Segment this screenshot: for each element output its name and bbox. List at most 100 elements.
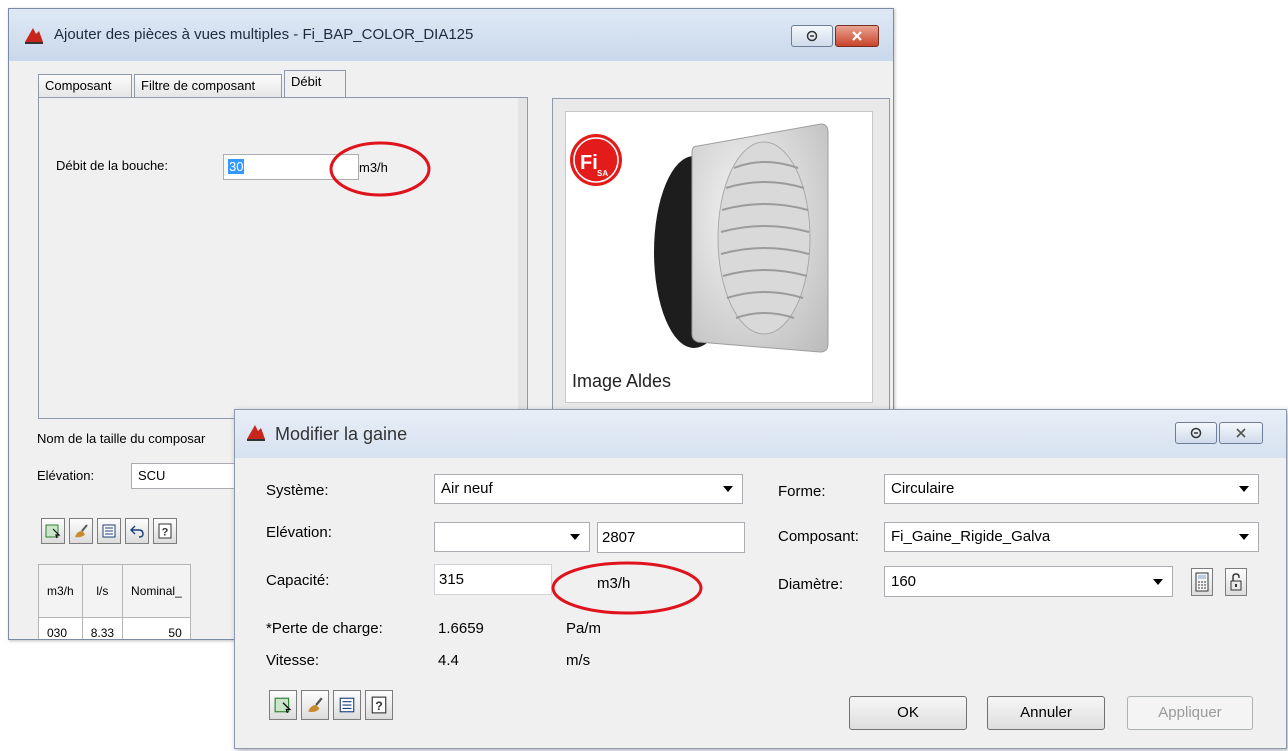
diametre-label: Diamètre: <box>778 576 844 593</box>
properties-icon <box>102 524 116 538</box>
elevation-input[interactable]: 2807 <box>597 522 745 553</box>
elevation-label: Elévation: <box>266 524 332 541</box>
vitesse-label: Vitesse: <box>266 652 320 669</box>
table-cell: 50 <box>122 617 191 639</box>
calculator-button[interactable] <box>1191 568 1213 596</box>
app-icon <box>247 425 265 441</box>
composant-label: Composant: <box>778 528 859 545</box>
capacite-label: Capacité: <box>266 572 330 589</box>
logo-subtext: SA <box>597 169 609 178</box>
table-row[interactable]: 030 8.33 50 <box>38 617 191 639</box>
brush-icon <box>75 524 88 538</box>
close-icon <box>1236 428 1246 438</box>
logo-text: Fi <box>580 152 598 174</box>
question-icon: ? <box>371 696 387 714</box>
vitesse-value: 4.4 <box>438 652 459 669</box>
panel-scrollbar[interactable] <box>518 98 527 418</box>
size-table: m3/h l/s Nominal_ 030 8.33 50 <box>38 564 191 639</box>
chevron-down-icon <box>1239 486 1249 492</box>
composant-select[interactable]: Fi_Gaine_Rigide_Galva <box>884 522 1259 552</box>
perte-label: *Perte de charge: <box>266 620 383 637</box>
undo-button[interactable] <box>125 518 149 544</box>
tab-filtre-composant[interactable]: Filtre de composant <box>134 74 282 97</box>
forme-select[interactable]: Circulaire <box>884 474 1259 504</box>
capacite-input-value: 315 <box>439 571 465 588</box>
lock-button[interactable] <box>1225 568 1247 596</box>
table-header: l/s <box>81 564 124 618</box>
close-button[interactable] <box>1219 422 1263 444</box>
vitesse-unit: m/s <box>566 652 591 669</box>
help-button-small[interactable]: ? <box>365 690 393 720</box>
component-image: Fi SA Image Aldes <box>565 111 873 403</box>
help-icon <box>806 30 818 42</box>
tab-debit[interactable]: Débit <box>284 70 346 97</box>
tab-composant[interactable]: Composant <box>38 74 132 97</box>
svg-text:?: ? <box>162 527 169 539</box>
elevation-reference-select[interactable] <box>434 522 590 552</box>
forme-label: Forme: <box>778 483 826 500</box>
help-button[interactable] <box>791 25 833 47</box>
help-icon <box>1190 427 1202 439</box>
perte-value: 1.6659 <box>438 620 484 637</box>
size-name-label: Nom de la taille du composar <box>37 431 206 446</box>
chevron-down-icon <box>1153 578 1163 585</box>
properties-icon <box>339 697 355 713</box>
pick-button[interactable] <box>269 690 297 720</box>
properties-button[interactable] <box>97 518 121 544</box>
ok-button[interactable]: OK <box>849 696 967 730</box>
question-icon: ? <box>158 523 172 539</box>
dialog-title: Modifier la gaine <box>275 424 408 444</box>
help-button-small[interactable]: ? <box>153 518 177 544</box>
brush-icon <box>308 697 323 712</box>
match-properties-button[interactable] <box>69 518 93 544</box>
forme-select-value: Circulaire <box>891 480 955 497</box>
table-cell: 030 <box>38 617 83 639</box>
table-header: Nominal_ <box>122 564 191 618</box>
perte-unit: Pa/m <box>566 620 602 637</box>
svg-text:?: ? <box>375 699 383 713</box>
flow-input[interactable]: 30 <box>223 154 359 180</box>
pick-icon <box>274 697 292 714</box>
flow-value: 30 <box>228 159 245 174</box>
close-icon <box>852 31 862 41</box>
capacite-input[interactable]: 315 <box>434 564 552 595</box>
close-button[interactable] <box>835 25 879 47</box>
title-bar: Modifier la gaine <box>235 410 1286 458</box>
undo-icon <box>130 525 144 538</box>
chevron-down-icon <box>723 486 733 492</box>
elevation-input-value: 2807 <box>602 529 636 546</box>
chevron-down-icon <box>1239 534 1249 540</box>
calculator-icon <box>1195 572 1209 592</box>
modify-duct-dialog: Modifier la gaine Système: Air neuf Elév… <box>234 409 1287 749</box>
flow-unit: m3/h <box>359 160 388 175</box>
diametre-select-value: 160 <box>891 573 917 590</box>
systeme-label: Système: <box>266 482 329 499</box>
help-button[interactable] <box>1175 422 1217 444</box>
apply-button[interactable]: Appliquer <box>1127 696 1253 730</box>
systeme-select[interactable]: Air neuf <box>434 474 743 504</box>
title-bar: Ajouter des pièces à vues multiples - Fi… <box>9 9 893 61</box>
elevation-select[interactable]: SCU <box>131 463 241 489</box>
app-icon <box>25 28 43 44</box>
composant-select-value: Fi_Gaine_Rigide_Galva <box>891 528 1051 545</box>
air-vent-image <box>570 123 829 353</box>
pick-icon <box>45 524 61 539</box>
diametre-select[interactable]: 160 <box>884 566 1173 597</box>
elevation-select-value: SCU <box>138 468 166 483</box>
properties-button[interactable] <box>333 690 361 720</box>
pick-button[interactable] <box>41 518 65 544</box>
table-cell: 8.33 <box>81 617 124 639</box>
systeme-select-value: Air neuf <box>441 480 493 497</box>
debit-tab-panel: Débit de la bouche: 30 m3/h <box>38 97 528 419</box>
chevron-down-icon <box>570 534 580 540</box>
elevation-label: Elévation: <box>37 468 95 483</box>
flow-label: Débit de la bouche: <box>56 158 169 173</box>
capacite-unit: m3/h <box>597 575 631 592</box>
table-header: m3/h <box>38 564 83 618</box>
unlock-icon <box>1230 573 1242 591</box>
component-preview: Fi SA Image Aldes <box>552 98 890 416</box>
image-caption: Image Aldes <box>572 371 672 391</box>
cancel-button[interactable]: Annuler <box>987 696 1105 730</box>
dialog-title: Ajouter des pièces à vues multiples - Fi… <box>54 26 474 43</box>
match-properties-button[interactable] <box>301 690 329 720</box>
